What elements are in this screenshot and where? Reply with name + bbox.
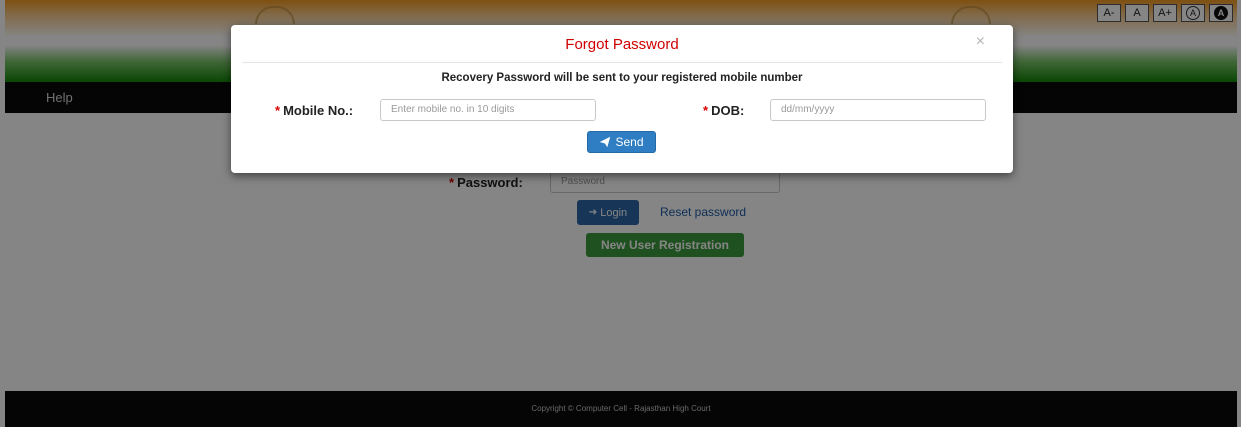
- dob-input[interactable]: dd/mm/yyyy: [770, 99, 986, 121]
- close-icon[interactable]: ×: [976, 33, 985, 51]
- send-button[interactable]: Send: [587, 131, 656, 153]
- modal-title: Forgot Password: [565, 36, 679, 53]
- modal-divider: [242, 62, 1002, 63]
- dob-label: * DOB:: [703, 103, 744, 118]
- paper-plane-icon: [600, 136, 611, 148]
- mobile-placeholder: Enter mobile no. in 10 digits: [391, 104, 515, 115]
- dob-placeholder: dd/mm/yyyy: [781, 104, 835, 115]
- required-mark: *: [703, 103, 709, 118]
- modal-info-text: Recovery Password will be sent to your r…: [441, 72, 803, 84]
- send-button-label: Send: [615, 135, 644, 149]
- forgot-password-modal: Forgot Password × Recovery Password will…: [231, 25, 1013, 173]
- dob-label-text: DOB:: [711, 103, 745, 118]
- mobile-label-text: Mobile No.:: [283, 103, 354, 118]
- mobile-input[interactable]: Enter mobile no. in 10 digits: [380, 99, 596, 121]
- required-mark: *: [275, 103, 281, 118]
- mobile-label: * Mobile No.:: [275, 103, 353, 118]
